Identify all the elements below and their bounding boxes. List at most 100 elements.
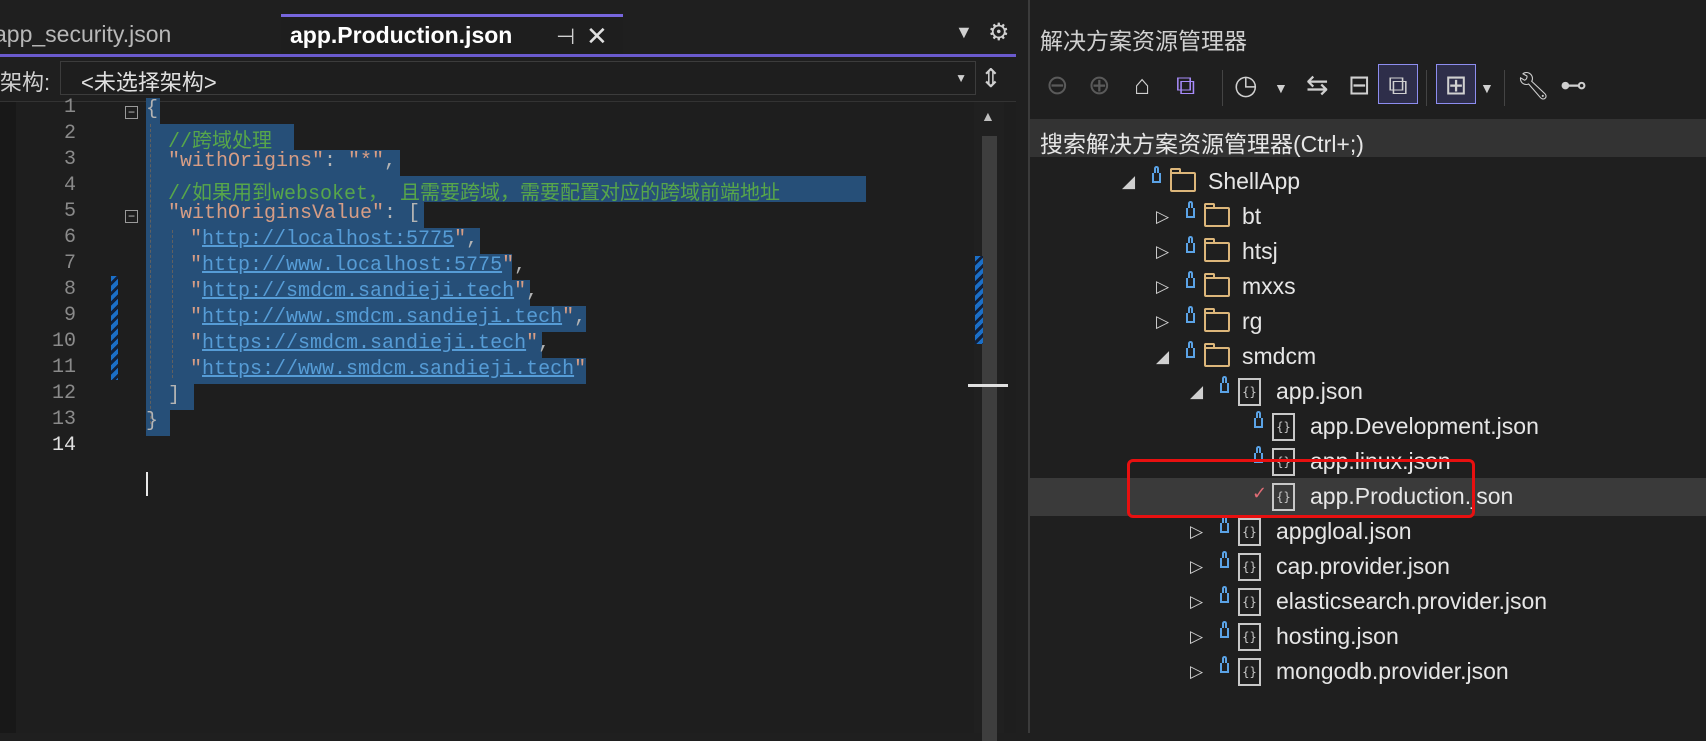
glyph-margin xyxy=(0,102,16,733)
tree-item-htsj[interactable]: ▷ htsj xyxy=(1030,233,1706,271)
split-window-icon[interactable]: ⇕ xyxy=(980,63,1002,94)
change-marker xyxy=(111,276,118,380)
tree-item-mxxs[interactable]: ▷ mxxs xyxy=(1030,268,1706,306)
back-icon[interactable]: ⊖ xyxy=(1046,70,1069,101)
collapsed-arrow-icon[interactable]: ▷ xyxy=(1190,592,1203,612)
lock-icon xyxy=(1186,306,1195,323)
tree-item-label: elasticsearch.provider.json xyxy=(1276,588,1548,614)
json-file-icon: {} xyxy=(1272,413,1295,441)
sync-icon[interactable]: ⇆ xyxy=(1306,70,1329,101)
tab-list-dropdown-icon[interactable]: ▼ xyxy=(955,22,973,43)
url-link[interactable]: http://smdcm.sandieji.tech xyxy=(202,280,514,303)
code-token: } xyxy=(146,410,159,433)
tree-item-hosting-json[interactable]: ▷ {} hosting.json xyxy=(1030,618,1706,656)
scrollbar-thumb[interactable] xyxy=(982,136,997,741)
folder-icon xyxy=(1170,168,1196,192)
annotation-highlight-box xyxy=(1127,459,1475,518)
tab-app-security-json[interactable]: app_security.json xyxy=(0,14,280,54)
code-line[interactable]: ] xyxy=(168,384,180,407)
tree-item-cap-provider-json[interactable]: ▷ {} cap.provider.json xyxy=(1030,548,1706,586)
expanded-arrow-icon[interactable]: ◢ xyxy=(1156,347,1169,367)
collapsed-arrow-icon[interactable]: ▷ xyxy=(1156,312,1169,332)
json-file-icon: {} xyxy=(1238,623,1261,651)
code-line[interactable]: } xyxy=(146,410,158,433)
tree-item-app-development-json[interactable]: {} app.Development.json xyxy=(1030,408,1706,446)
tab-app-production-json[interactable]: app.Production.json ⊣ ✕ xyxy=(281,14,623,54)
code-line[interactable]: "http://localhost:5775", xyxy=(190,228,478,251)
json-file-icon: {} xyxy=(1238,378,1261,406)
properties-wrench-icon[interactable]: 🔧︎ xyxy=(1516,70,1550,102)
lock-icon xyxy=(1220,656,1229,673)
collapsed-arrow-icon[interactable]: ▷ xyxy=(1190,662,1203,682)
tree-view-icon[interactable]: ⊞ xyxy=(1436,64,1476,104)
history-icon[interactable]: ◷ xyxy=(1234,70,1258,101)
url-link[interactable]: http://www.localhost:5775 xyxy=(202,254,502,277)
solution-explorer-title: 解决方案资源管理器 xyxy=(1040,28,1247,54)
pane-splitter[interactable] xyxy=(1016,0,1028,733)
preview-icon[interactable]: ⊷ xyxy=(1560,70,1587,101)
dropdown-icon[interactable]: ▼ xyxy=(1274,80,1288,96)
collapse-all-icon[interactable]: ⊟ xyxy=(1348,70,1371,101)
vertical-scrollbar[interactable]: ▲ xyxy=(968,102,1008,741)
code-line[interactable]: "withOrigins": "*", xyxy=(168,150,396,173)
tree-item-smdcm[interactable]: ◢ smdcm xyxy=(1030,338,1706,376)
lock-icon xyxy=(1186,341,1195,358)
code-line[interactable]: "https://smdcm.sandieji.tech", xyxy=(190,332,550,355)
solution-explorer-search[interactable]: 搜索解决方案资源管理器(Ctrl+;) xyxy=(1030,119,1706,157)
gear-icon[interactable]: ⚙ xyxy=(988,18,1010,47)
code-line[interactable]: "http://www.smdcm.sandieji.tech", xyxy=(190,306,586,329)
collapsed-arrow-icon[interactable]: ▷ xyxy=(1156,242,1169,262)
tree-item-mongodb-provider-json[interactable]: ▷ {} mongodb.provider.json xyxy=(1030,653,1706,691)
vs-solution-icon[interactable]: ⧉ xyxy=(1176,70,1195,102)
architecture-dropdown[interactable]: <未选择架构> ▼ xyxy=(60,61,976,95)
collapsed-arrow-icon[interactable]: ▷ xyxy=(1156,207,1169,227)
show-all-files-icon[interactable]: ⧉ xyxy=(1378,64,1418,104)
line-number: 1 xyxy=(63,96,76,119)
home-icon[interactable]: ⌂ xyxy=(1134,70,1150,101)
tree-item-rg[interactable]: ▷ rg xyxy=(1030,303,1706,341)
collapsed-arrow-icon[interactable]: ▷ xyxy=(1190,557,1203,577)
code-line[interactable]: "https://www.smdcm.sandieji.tech" xyxy=(190,358,586,381)
scrollbar-caret-marker xyxy=(968,384,1008,387)
url-link[interactable]: http://www.smdcm.sandieji.tech xyxy=(202,306,562,329)
json-file-icon: {} xyxy=(1238,658,1261,686)
fold-toggle-icon[interactable]: − xyxy=(125,106,138,119)
tree-item-app-json[interactable]: ◢ {} app.json xyxy=(1030,373,1706,411)
line-number: 11 xyxy=(51,356,76,379)
json-file-icon: {} xyxy=(1238,553,1261,581)
forward-icon[interactable]: ⊕ xyxy=(1088,70,1111,101)
expanded-arrow-icon[interactable]: ◢ xyxy=(1122,172,1135,192)
fold-toggle-icon[interactable]: − xyxy=(125,210,138,223)
code-line[interactable]: "http://www.localhost:5775", xyxy=(190,254,526,277)
close-tab-icon[interactable]: ✕ xyxy=(586,17,608,54)
lock-icon xyxy=(1152,166,1161,183)
scroll-up-icon[interactable]: ▲ xyxy=(981,108,995,124)
collapsed-arrow-icon[interactable]: ▷ xyxy=(1190,522,1203,542)
code-editor-pane: app_security.json app.Production.json ⊣ … xyxy=(0,0,1016,741)
line-number: 12 xyxy=(51,382,76,405)
code-line[interactable]: "withOriginsValue": [ xyxy=(168,202,420,225)
pin-tab-icon[interactable]: ⊣ xyxy=(556,17,575,54)
collapsed-arrow-icon[interactable]: ▷ xyxy=(1156,277,1169,297)
lock-icon xyxy=(1220,376,1229,393)
tree-item-label: appgloal.json xyxy=(1276,518,1412,544)
search-placeholder: 搜索解决方案资源管理器(Ctrl+;) xyxy=(1040,131,1364,157)
tree-item-shellapp[interactable]: ◢ ShellApp xyxy=(1030,163,1706,201)
tree-item-elasticsearch-provider-json[interactable]: ▷ {} elasticsearch.provider.json xyxy=(1030,583,1706,621)
tree-item-label: cap.provider.json xyxy=(1276,553,1450,579)
lock-icon xyxy=(1186,271,1195,288)
url-link[interactable]: http://localhost:5775 xyxy=(202,228,454,251)
tree-item-appgloal-json[interactable]: ▷ {} appgloal.json xyxy=(1030,513,1706,551)
code-line[interactable]: { xyxy=(146,98,158,121)
collapsed-arrow-icon[interactable]: ▷ xyxy=(1190,627,1203,647)
json-value: "*" xyxy=(348,150,385,173)
url-link[interactable]: https://www.smdcm.sandieji.tech xyxy=(202,358,574,381)
tree-item-label: app.json xyxy=(1276,378,1363,404)
dropdown-icon[interactable]: ▼ xyxy=(1480,80,1494,96)
url-link[interactable]: https://smdcm.sandieji.tech xyxy=(202,332,526,355)
line-number: 13 xyxy=(51,408,76,431)
text-caret xyxy=(146,472,148,496)
tree-item-bt[interactable]: ▷ bt xyxy=(1030,198,1706,236)
code-line[interactable]: "http://smdcm.sandieji.tech", xyxy=(190,280,538,303)
expanded-arrow-icon[interactable]: ◢ xyxy=(1190,382,1203,402)
